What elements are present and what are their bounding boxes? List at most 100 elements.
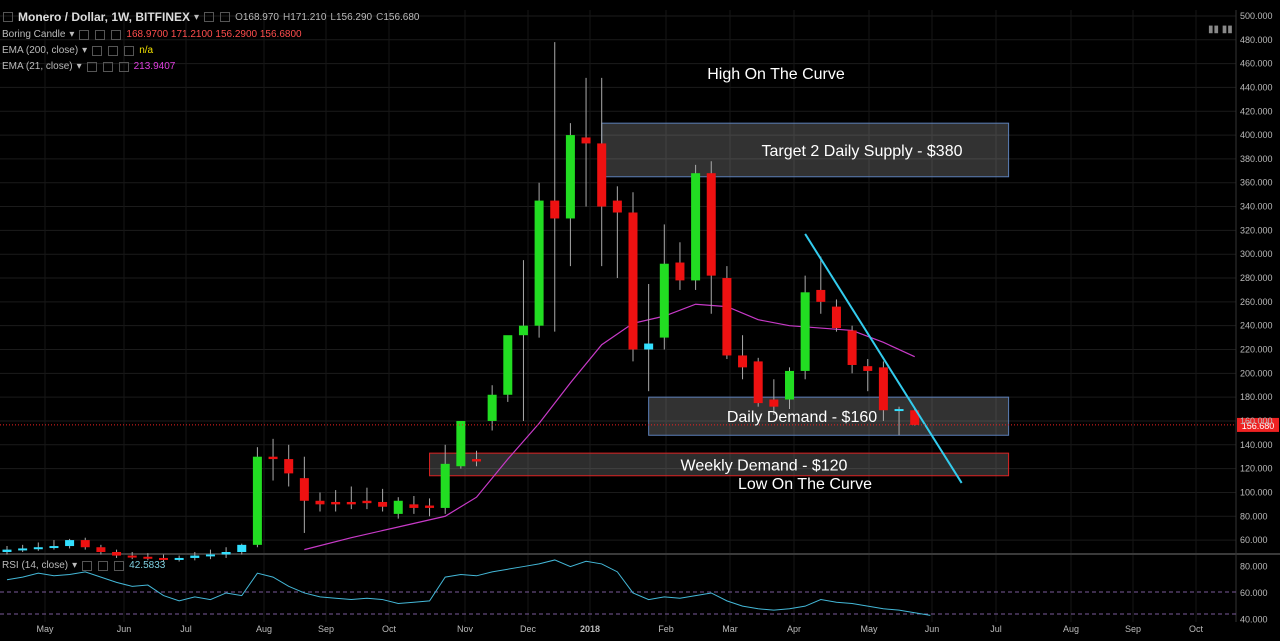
candle-body <box>378 501 388 507</box>
y-tick-label: 460.000 <box>1240 59 1273 69</box>
settings-icon[interactable] <box>98 560 109 571</box>
symbol-title[interactable]: Monero / Dollar, 1W, BITFINEX <box>18 10 190 24</box>
close-icon[interactable] <box>220 12 231 22</box>
candle-body <box>252 456 262 545</box>
zone-label: Daily Demand - $160 <box>727 409 877 426</box>
y-tick-label: 140.000 <box>1240 440 1273 450</box>
y-tick-label: 500.000 <box>1240 11 1273 21</box>
candle-body <box>456 420 466 467</box>
y-tick-label: 360.000 <box>1240 178 1273 188</box>
x-tick-label: Feb <box>658 624 674 634</box>
chart-svg: 156.680Target 2 Daily Supply - $380Daily… <box>0 10 1280 634</box>
candle-body <box>315 500 325 505</box>
study-name[interactable]: Boring Candle <box>2 29 65 40</box>
candle-body <box>425 505 435 508</box>
y-tick-label: 60.000 <box>1240 535 1268 545</box>
chevron-down-icon[interactable]: ▾ <box>77 61 82 72</box>
settings-icon[interactable] <box>102 61 113 72</box>
x-tick-label: Apr <box>787 624 801 634</box>
legend-study-1: Boring Candle ▾ 168.9700 171.2100 156.29… <box>2 29 302 40</box>
y-tick-label: 280.000 <box>1240 273 1273 283</box>
eye-icon[interactable] <box>92 45 103 56</box>
close-icon[interactable] <box>114 560 125 571</box>
candle-body <box>268 456 278 460</box>
candle-body <box>190 555 200 558</box>
candle-body <box>738 355 748 368</box>
candle-body <box>863 366 873 371</box>
x-tick-label: Jun <box>925 624 940 634</box>
chart-area[interactable]: 156.680 Target 2 Daily Supply - $380 Daily… <box>0 0 1280 636</box>
candle-body <box>393 500 403 514</box>
candle-body <box>440 463 450 508</box>
candle-body <box>581 137 591 144</box>
candle-body <box>534 200 544 326</box>
y-tick-label: 220.000 <box>1240 344 1273 354</box>
candle-body <box>894 409 904 412</box>
candle-body <box>816 289 826 302</box>
candle-body <box>831 306 841 329</box>
x-tick-label: 2018 <box>580 624 600 634</box>
candle-body <box>769 399 779 407</box>
study-name[interactable]: EMA (200, close) <box>2 45 78 56</box>
legend-study-3: EMA (21, close) ▾ 213.9407 <box>2 61 175 72</box>
candle-body <box>362 500 372 504</box>
chevron-down-icon[interactable]: ▾ <box>69 29 74 40</box>
candle-body <box>753 361 763 404</box>
collapse-icon[interactable] <box>3 12 13 22</box>
candle-body <box>487 394 497 421</box>
ohlc-open: O168.970 <box>235 11 279 23</box>
candle-body <box>503 335 513 395</box>
candle-body <box>346 501 356 505</box>
candle-body <box>644 343 654 350</box>
annotation-label: Low On The Curve <box>738 476 872 493</box>
x-tick-label: Jun <box>117 624 132 634</box>
candle-body <box>675 262 685 281</box>
rsi-tick-label: 60.000 <box>1240 588 1268 598</box>
rsi-tick-label: 80.000 <box>1240 562 1268 572</box>
x-tick-label: Sep <box>1125 624 1141 634</box>
x-tick-label: Oct <box>1189 624 1204 634</box>
eye-icon[interactable] <box>86 61 97 72</box>
chevron-down-icon[interactable]: ▾ <box>72 560 77 571</box>
chevron-down-icon[interactable]: ▾ <box>194 12 199 23</box>
candle-body <box>237 544 247 552</box>
candle-body <box>96 547 106 552</box>
close-icon[interactable] <box>124 45 135 56</box>
rsi-name[interactable]: RSI (14, close) <box>2 560 68 571</box>
candle-body <box>472 459 481 462</box>
close-icon[interactable] <box>111 29 122 40</box>
chevron-down-icon[interactable]: ▾ <box>82 45 87 56</box>
settings-icon[interactable] <box>204 12 215 22</box>
candle-body <box>550 200 560 219</box>
study-name[interactable]: EMA (21, close) <box>2 61 73 72</box>
settings-icon[interactable] <box>95 29 106 40</box>
legend-main: Monero / Dollar, 1W, BITFINEX ▾ O168.970… <box>2 10 420 24</box>
candle-body <box>284 459 294 474</box>
candle-body <box>800 292 810 371</box>
candle-body <box>691 173 701 281</box>
ohlc-close: C156.680 <box>376 11 420 23</box>
candle-body <box>65 540 75 547</box>
y-tick-label: 400.000 <box>1240 130 1273 140</box>
study-values: 213.9407 <box>133 61 176 72</box>
candle-body <box>518 325 528 336</box>
candle-body <box>722 278 732 356</box>
scale-buttons[interactable]: ▮▮ ▮▮ <box>1208 24 1233 35</box>
close-icon[interactable] <box>118 61 129 72</box>
y-tick-label: 200.000 <box>1240 368 1273 378</box>
candle-body <box>706 173 716 276</box>
eye-icon[interactable] <box>82 560 93 571</box>
x-tick-label: Aug <box>256 624 272 634</box>
y-tick-label: 480.000 <box>1240 35 1273 45</box>
ohlc-high: H171.210 <box>283 11 327 23</box>
candle-body <box>331 501 341 505</box>
y-tick-label: 100.000 <box>1240 487 1273 497</box>
candle-body <box>785 370 794 400</box>
eye-icon[interactable] <box>79 29 90 40</box>
candle-body <box>409 504 419 508</box>
candle-body <box>628 212 638 350</box>
ohlc-low: L156.290 <box>330 11 373 23</box>
candle-body <box>299 478 309 501</box>
x-tick-label: Jul <box>180 624 192 634</box>
settings-icon[interactable] <box>108 45 119 56</box>
